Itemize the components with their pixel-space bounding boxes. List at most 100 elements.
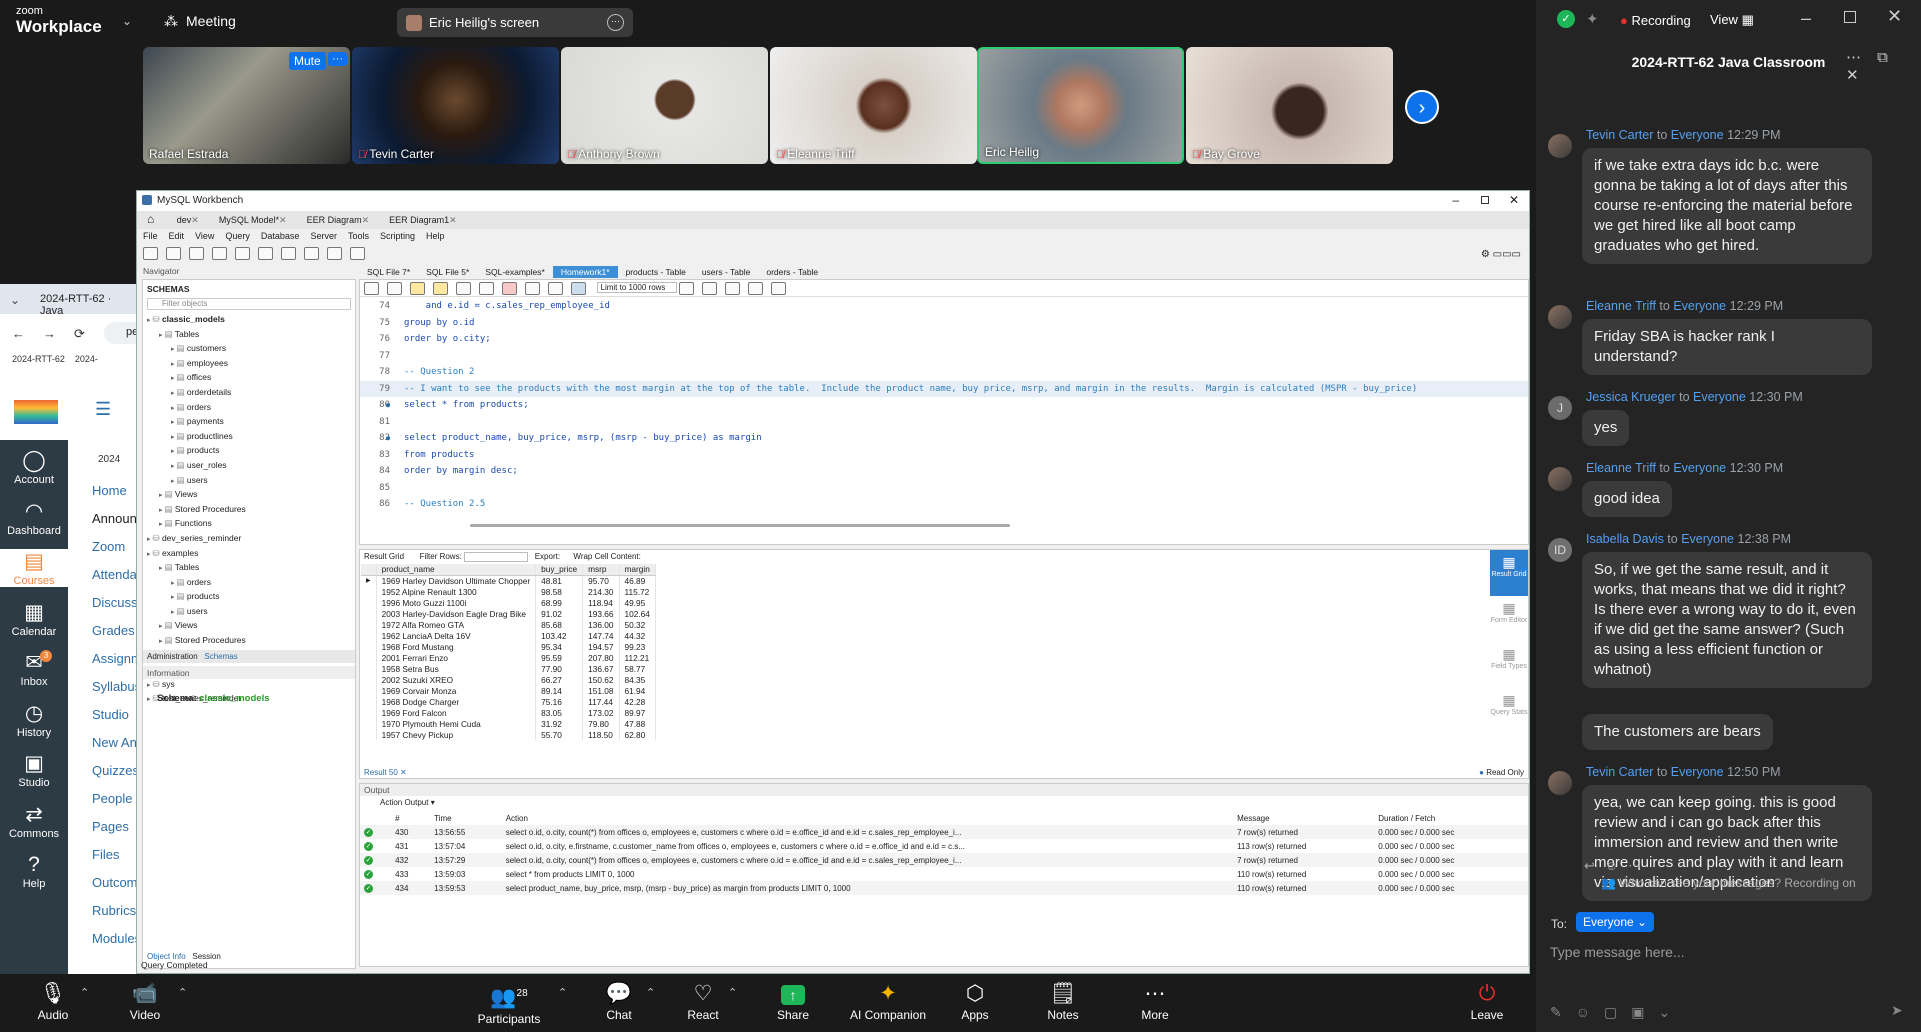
table-row[interactable]: 1958 Setra Bus 77.90 136.67 58.77 <box>361 663 656 674</box>
create-function-icon[interactable] <box>304 247 319 260</box>
course-nav-link[interactable]: Home <box>92 483 137 498</box>
output-row[interactable]: ✓ 431 13:57:04 select o.id, o.city, e.first… <box>360 839 1528 853</box>
participants-button[interactable]: 👥28 Participants <box>474 980 544 1026</box>
meeting-info-button[interactable]: ⁂ Meeting <box>164 13 244 30</box>
cell-msrp[interactable]: 95.70 <box>582 575 620 586</box>
message-bubble[interactable]: The customers are bears <box>1582 714 1773 750</box>
cell-msrp[interactable]: 151.08 <box>582 685 620 696</box>
cell-buy_price[interactable]: 77.90 <box>535 663 584 674</box>
cell-buy_price[interactable]: 95.59 <box>535 652 584 663</box>
cell-msrp[interactable]: 193.66 <box>582 608 620 619</box>
cell-margin[interactable]: 84.35 <box>619 674 656 685</box>
cell-margin[interactable]: 49.95 <box>619 597 656 608</box>
table-row[interactable]: 1962 LanciaA Delta 16V 103.42 147.74 44.32 <box>361 630 656 641</box>
table-row[interactable]: 2003 Harley-Davidson Eagle Drag Bike 91.0… <box>361 608 656 619</box>
browser-nav-icons[interactable]: ←→⟳ <box>12 326 103 342</box>
cell-margin[interactable]: 115.72 <box>619 586 656 597</box>
schemas-tab[interactable]: Schemas <box>204 652 237 661</box>
workbench-tab[interactable]: EER Diagram1 ✕ <box>379 211 467 226</box>
table-node[interactable]: ▸ ▤ users <box>147 474 355 489</box>
course-nav-link[interactable]: Quizzes <box>92 763 137 778</box>
course-nav-link[interactable]: Pages <box>92 819 137 834</box>
bookmark-icon[interactable] <box>679 282 695 295</box>
menu-file[interactable]: File <box>143 231 158 241</box>
sql-editor[interactable]: Limit to 1000 rows 74 and e.id = c.sales… <box>359 279 1529 545</box>
menu-tools[interactable]: Tools <box>348 231 369 241</box>
execute-current-icon[interactable] <box>433 282 448 295</box>
find-icon[interactable] <box>725 282 741 295</box>
action-output-select[interactable]: Action Output ▾ <box>360 796 1528 811</box>
send-icon[interactable]: ➤ <box>1891 1002 1903 1019</box>
menu-scripting[interactable]: Scripting <box>380 231 415 241</box>
cell-product_name[interactable]: 1962 LanciaA Delta 16V <box>376 630 537 641</box>
cell-margin[interactable]: 89.97 <box>619 707 656 718</box>
output-row[interactable]: ✓ 430 13:56:55 select o.id, o.city, count(*… <box>360 825 1528 839</box>
column-header[interactable]: margin <box>619 564 656 576</box>
more-options-icon[interactable]: ··· <box>607 14 624 31</box>
course-nav-link[interactable]: Attenda <box>92 567 137 582</box>
cell-buy_price[interactable]: 55.70 <box>535 729 584 740</box>
editor-tab[interactable]: users - Table <box>694 266 759 278</box>
table-row[interactable]: 1996 Moto Guzzi 1100i 68.99 118.94 49.95 <box>361 597 656 608</box>
side-button-result-grid[interactable]: ▦ Result Grid <box>1490 550 1528 596</box>
cell-msrp[interactable]: 194.57 <box>582 641 620 652</box>
new-sql-tab-icon[interactable] <box>143 247 158 260</box>
course-nav-link[interactable]: Rubrics <box>92 903 137 918</box>
visibility-note[interactable]: 👥 Who can see your messages? Recording o… <box>1536 876 1921 890</box>
nav-calendar[interactable]: ▦ Calendar <box>0 600 68 638</box>
cell-margin[interactable]: 46.89 <box>619 575 656 586</box>
audio-options-caret[interactable]: ⌃ <box>80 986 89 999</box>
apps-button[interactable]: ⬡ Apps <box>940 980 1010 1022</box>
sparkle-icon[interactable]: ✦ <box>1586 10 1599 28</box>
video-tile[interactable]: Mute ··· Rafael Estrada <box>143 47 350 164</box>
chat-button[interactable]: 💬 Chat <box>584 980 654 1022</box>
side-button-query-stats[interactable]: ▦ Query Stats <box>1490 688 1528 734</box>
editor-tab[interactable]: SQL File 7* <box>359 266 418 278</box>
output-row[interactable]: ✓ 433 13:59:03 select * from products LIMIT… <box>360 867 1528 881</box>
cell-buy_price[interactable]: 66.27 <box>535 674 584 685</box>
output-column-header[interactable]: # <box>391 811 430 825</box>
output-column-header[interactable]: Action <box>502 811 1233 825</box>
output-column-header[interactable]: Duration / Fetch <box>1374 811 1528 825</box>
cell-msrp[interactable]: 150.62 <box>582 674 620 685</box>
menu-server[interactable]: Server <box>310 231 337 241</box>
video-tile[interactable]: 🎙̸ Eleanne Triff <box>770 47 977 164</box>
menu-edit[interactable]: Edit <box>169 231 185 241</box>
cell-product_name[interactable]: 1957 Chevy Pickup <box>376 729 537 740</box>
schema-node[interactable]: ▸ ⛁ dev_series_reminder <box>147 532 355 547</box>
chevron-down-icon[interactable]: ⌄ <box>10 293 20 307</box>
chat-header-icons[interactable]: ⋯ ⧉ ✕ <box>1846 48 1921 84</box>
cell-product_name[interactable]: 1952 Alpine Renault 1300 <box>376 586 537 597</box>
wrap-icon[interactable] <box>771 282 787 295</box>
chat-message-input[interactable]: Type message here... <box>1550 944 1900 960</box>
table-node[interactable]: ▸ ▤ users <box>147 605 355 620</box>
schema-node[interactable]: ▸ ⛁ classic_models <box>147 313 355 328</box>
message-bubble[interactable]: Friday SBA is hacker rank I understand? <box>1582 319 1872 375</box>
workbench-tab[interactable]: EER Diagram ✕ <box>297 211 380 226</box>
output-row[interactable]: ✓ 432 13:57:29 select o.id, o.city, count(*… <box>360 853 1528 867</box>
video-tile-active-speaker[interactable]: Eric Heilig <box>977 47 1184 164</box>
close-tab-icon[interactable]: ✕ <box>362 215 370 226</box>
course-nav-link[interactable]: Outcom <box>92 875 137 890</box>
cell-product_name[interactable]: 1969 Corvair Monza <box>376 685 537 696</box>
table-row[interactable]: 1968 Dodge Charger 75.16 117.44 42.28 <box>361 696 656 707</box>
table-row[interactable]: 1957 Chevy Pickup 55.70 118.50 62.80 <box>361 729 656 740</box>
maximize-icon[interactable] <box>1481 196 1489 204</box>
column-header[interactable]: msrp <box>582 564 620 576</box>
canvas-logo[interactable] <box>14 400 58 424</box>
folder-node[interactable]: ▸ ▤ Functions <box>147 517 355 532</box>
cell-msrp[interactable]: 214.30 <box>582 586 620 597</box>
course-nav-link[interactable]: Studio <box>92 707 137 722</box>
cell-buy_price[interactable]: 83.05 <box>535 707 584 718</box>
table-node[interactable]: ▸ ▤ user_roles <box>147 459 355 474</box>
cell-buy_price[interactable]: 48.81 <box>535 575 584 586</box>
table-node[interactable]: ▸ ▤ products <box>147 590 355 605</box>
horizontal-scrollbar[interactable] <box>470 524 1010 527</box>
screen-share-pill[interactable]: Eric Heilig's screen ··· <box>397 8 633 37</box>
video-tile[interactable]: 🎙̸ Tevin Carter <box>352 47 559 164</box>
cell-product_name[interactable]: 1958 Setra Bus <box>376 663 537 674</box>
cell-product_name[interactable]: 2002 Suzuki XREO <box>376 674 537 685</box>
menu-database[interactable]: Database <box>261 231 300 241</box>
restore-icon[interactable] <box>1844 11 1856 23</box>
cell-buy_price[interactable]: 85.68 <box>535 619 584 630</box>
